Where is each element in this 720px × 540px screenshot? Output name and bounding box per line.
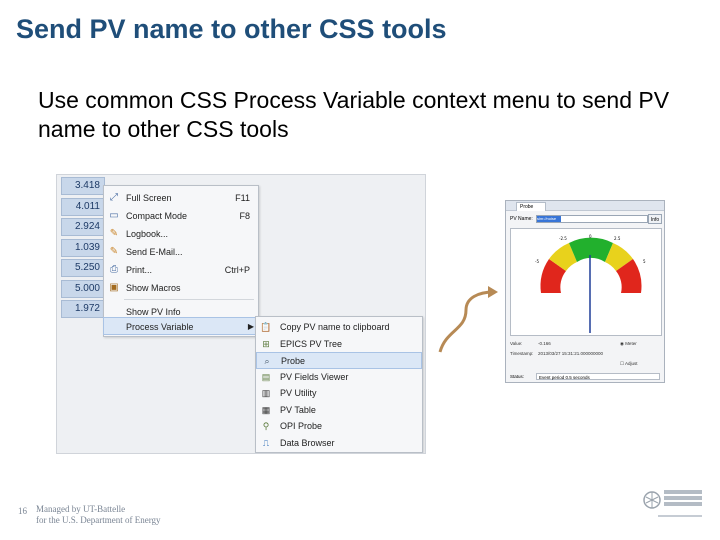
- value-cell[interactable]: 5.000: [61, 279, 105, 298]
- pv-name-input[interactable]: sim://noise: [536, 215, 648, 223]
- gauge-tick-label: 2.5: [614, 236, 621, 241]
- gauge-tick-label: -5: [535, 259, 539, 264]
- timestamp-row: Timestamp: 2013/03/27 15:31:21.000000000: [510, 351, 604, 356]
- opi-probe-icon: ⚲: [262, 421, 270, 431]
- menu-item-show-macros[interactable]: ▣ Show Macros: [104, 279, 258, 297]
- value-cell[interactable]: 5.250: [61, 259, 105, 277]
- compact-mode-icon: ▭: [109, 210, 119, 221]
- context-menu-screenshot: 3.418 4.011 2.924 1.039 5.250 5.000 1.97…: [56, 174, 426, 454]
- footer-text: Managed by UT-Battelle for the U.S. Depa…: [36, 504, 161, 525]
- menu-item-full-screen[interactable]: ⤢ Full Screen F11: [104, 189, 258, 207]
- slide-title: Send PV name to other CSS tools: [16, 14, 447, 44]
- context-menu: ⤢ Full Screen F11 ▭ Compact Mode F8 ✎ Lo…: [103, 185, 259, 337]
- adjust-checkbox[interactable]: ☐ Adjust: [620, 359, 638, 368]
- value-cell[interactable]: 2.924: [61, 218, 105, 236]
- curved-arrow-icon: [438, 286, 498, 353]
- status-label: Status:: [510, 374, 525, 379]
- full-screen-icon: ⤢: [110, 192, 118, 203]
- submenu-item-opi-probe[interactable]: ⚲ OPI Probe: [256, 418, 422, 435]
- pv-fields-icon: ▤: [261, 371, 271, 382]
- slide-subtitle: Use common CSS Process Variable context …: [38, 87, 670, 142]
- email-pencil-icon: ✎: [109, 246, 119, 257]
- tab-probe[interactable]: Probe: [516, 202, 546, 211]
- pv-utility-icon: ▥: [261, 388, 271, 398]
- value-cell[interactable]: 3.418: [61, 177, 105, 195]
- logbook-pencil-icon: ✎: [109, 228, 119, 239]
- status-row: Status: Event period 0.5 seconds: [510, 373, 662, 381]
- submenu-item-data-browser[interactable]: ⎍ Data Browser: [256, 435, 422, 452]
- data-browser-icon: ⎍: [262, 437, 270, 448]
- info-button[interactable]: Info: [648, 214, 662, 224]
- status-text: Event period 0.5 seconds: [536, 373, 660, 380]
- menu-item-process-variable[interactable]: Process Variable ▶: [103, 317, 259, 335]
- submenu-item-copy-pv-name[interactable]: 📋 Copy PV name to clipboard: [256, 319, 422, 336]
- value-row: Value: -0.166 ◉ Meter: [510, 339, 637, 348]
- gauge-tick-label: 5: [643, 259, 646, 264]
- submenu-item-probe[interactable]: ⌕ Probe: [256, 352, 422, 369]
- gauge-svg: 0 2.5 -2.5 -5 5: [535, 234, 646, 333]
- pv-name-row: PV Name: sim://noise Info: [510, 214, 662, 224]
- timestamp-readout: 2013/03/27 15:31:21.000000000: [538, 351, 604, 356]
- submenu-item-epics-pv-tree[interactable]: ⊞ EPICS PV Tree: [256, 336, 422, 353]
- probe-tab-bar: Probe: [506, 201, 664, 211]
- value-cell[interactable]: 1.039: [61, 238, 105, 257]
- submenu-item-pv-fields-viewer[interactable]: ▤ PV Fields Viewer: [256, 369, 422, 386]
- page-number: 16: [18, 506, 27, 516]
- magnifier-icon: ⌕: [264, 356, 270, 366]
- values-column: 3.418 4.011 2.924 1.039 5.250 5.000 1.97…: [61, 177, 105, 321]
- process-variable-submenu: 📋 Copy PV name to clipboard ⊞ EPICS PV T…: [255, 316, 423, 453]
- gauge-tick-label: -2.5: [559, 236, 567, 241]
- pv-name-label: PV Name:: [510, 216, 533, 222]
- meter-radio[interactable]: ◉ Meter: [620, 339, 637, 348]
- menu-item-compact-mode[interactable]: ▭ Compact Mode F8: [104, 207, 258, 225]
- printer-icon: ⎙: [110, 264, 118, 275]
- probe-window-screenshot: Probe PV Name: sim://noise Info 0 2.5 -2…: [505, 200, 665, 383]
- adjust-row: ☐ Adjust: [510, 359, 662, 368]
- menu-separator: [124, 299, 254, 300]
- menu-item-logbook[interactable]: ✎ Logbook...: [104, 225, 258, 243]
- menu-item-print[interactable]: ⎙ Print... Ctrl+P: [104, 261, 258, 279]
- pv-tree-icon: ⊞: [262, 338, 270, 349]
- menu-item-send-email[interactable]: ✎ Send E-Mail...: [104, 243, 258, 261]
- macros-icon: ▣: [109, 282, 119, 293]
- submenu-item-pv-table[interactable]: ▦ PV Table: [256, 402, 422, 419]
- oak-ridge-logo-icon: [643, 490, 702, 517]
- value-readout: -0.166: [538, 341, 551, 346]
- submenu-arrow-icon: ▶: [247, 322, 254, 331]
- value-cell[interactable]: 4.011: [61, 197, 105, 216]
- pv-table-icon: ▦: [261, 404, 271, 415]
- submenu-item-pv-utility[interactable]: ▥ PV Utility: [256, 385, 422, 402]
- value-cell[interactable]: 1.972: [61, 300, 105, 318]
- meter-gauge: 0 2.5 -2.5 -5 5: [510, 228, 662, 336]
- clipboard-icon: 📋: [260, 322, 272, 332]
